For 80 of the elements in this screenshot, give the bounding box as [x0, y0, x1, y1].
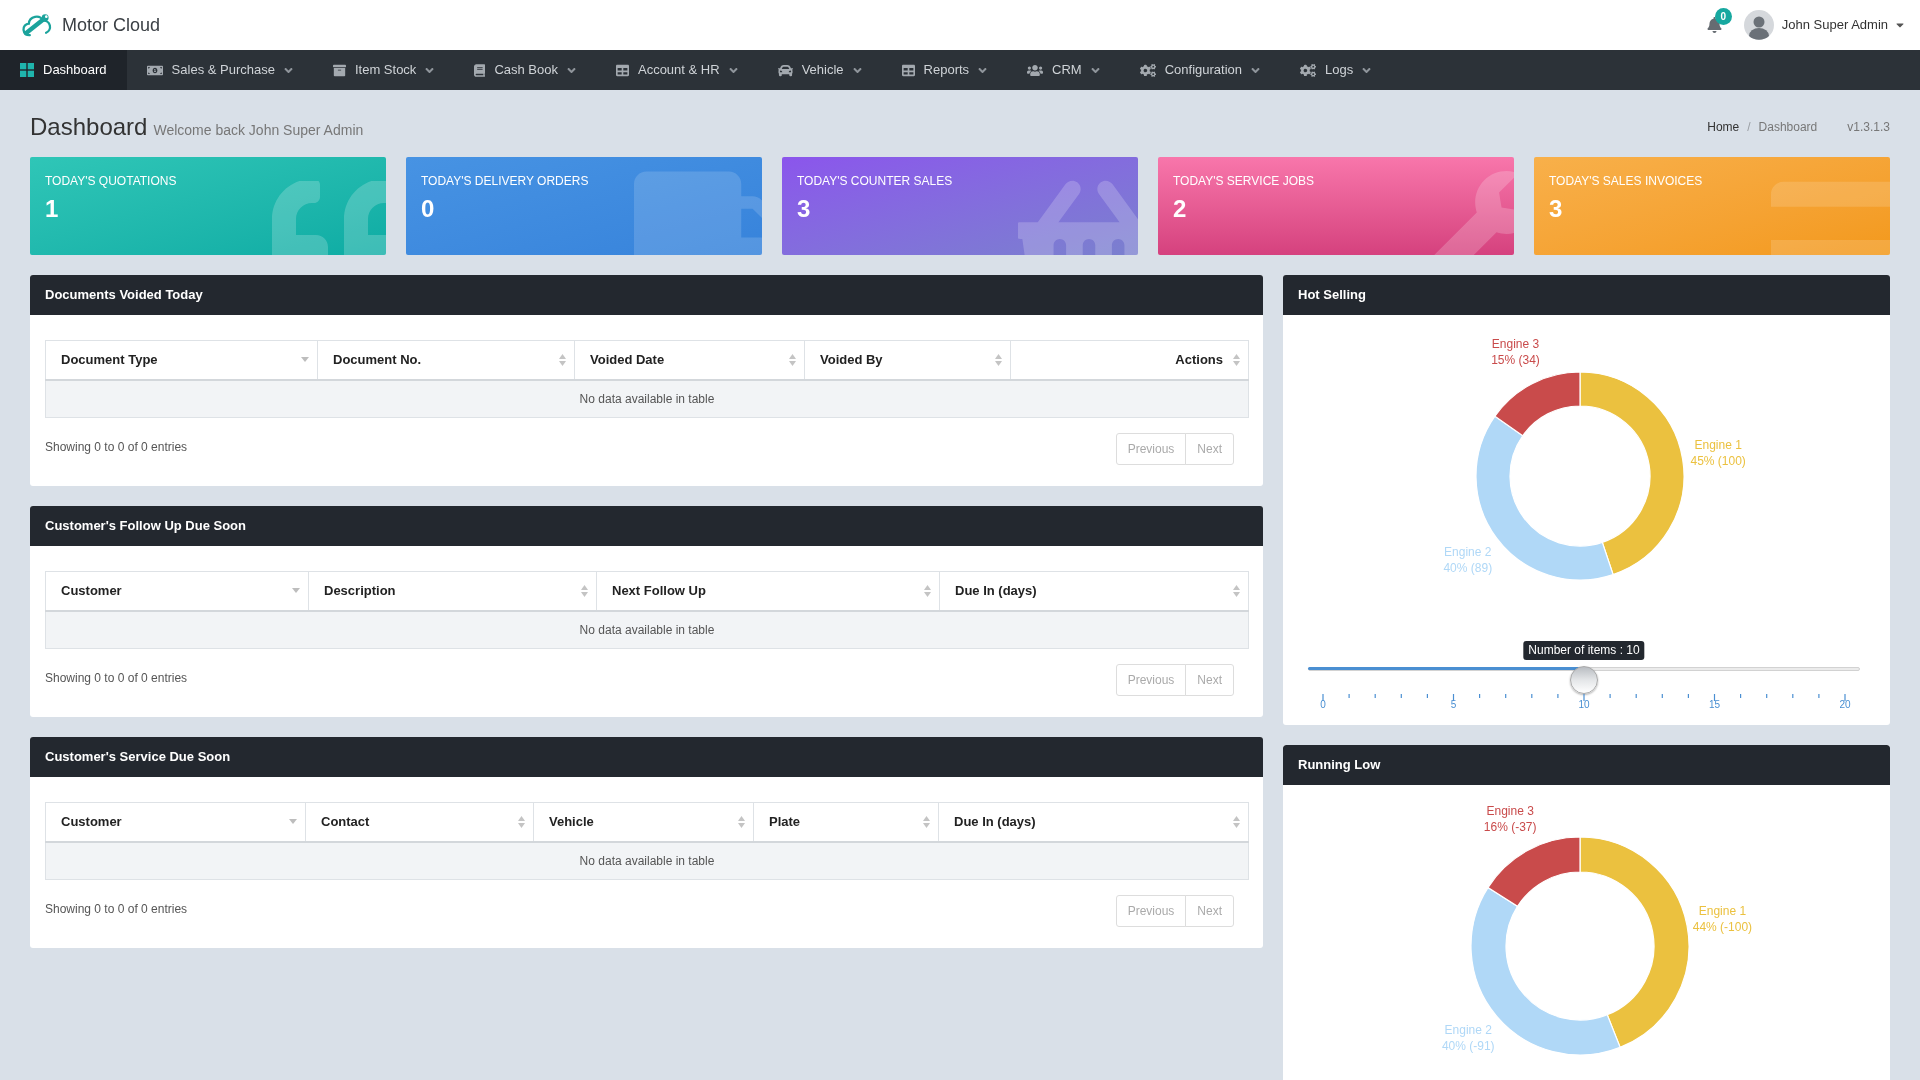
slice-label: Engine 3 — [1486, 803, 1534, 818]
page-title: Dashboard — [30, 111, 148, 142]
panel-title: Customer's Follow Up Due Soon — [45, 517, 246, 536]
stat-value: 3 — [797, 195, 811, 223]
tick-label: 10 — [1578, 699, 1590, 711]
basket-icon — [1018, 180, 1138, 255]
panel-title: Documents Voided Today — [45, 286, 203, 305]
users-icon — [1027, 63, 1044, 77]
slice-value-label: 40% (-91) — [1441, 1039, 1495, 1054]
slice-label: Engine 2 — [1444, 544, 1492, 559]
tick-label: 0 — [1320, 699, 1326, 711]
slider-thumb[interactable] — [1570, 666, 1598, 694]
panel-title: Running Low — [1298, 756, 1381, 775]
table-info: Showing 0 to 0 of 0 entries — [45, 439, 188, 456]
notification-badge: 0 — [1714, 8, 1732, 25]
stat-label: TODAY'S COUNTER SALES — [797, 173, 953, 189]
car-icon — [777, 62, 793, 78]
empty-table-message: No data available in table — [45, 379, 1249, 418]
column-header[interactable]: Plate — [753, 802, 939, 842]
tick-label: 15 — [1708, 699, 1721, 711]
truck-icon — [634, 171, 762, 255]
empty-table-message: No data available in table — [45, 610, 1249, 649]
breadcrumb-link[interactable]: Dashboard — [1758, 117, 1818, 136]
gears-icon — [1139, 63, 1156, 77]
version-label: v1.3.1.3 — [1847, 118, 1890, 136]
table-icon — [615, 63, 629, 77]
panel-title: Hot Selling — [1298, 286, 1366, 305]
slice-value-label: 45% (100) — [1690, 454, 1746, 469]
column-header[interactable]: Contact — [305, 802, 534, 842]
slider[interactable] — [1308, 666, 1860, 694]
brand-name: Motor Cloud — [62, 13, 161, 37]
avatar-icon — [1743, 10, 1774, 40]
stat-label: TODAY'S QUOTATIONS — [45, 173, 177, 189]
nav-item[interactable]: Dashboard — [0, 50, 127, 90]
tick-label: 20 — [1839, 699, 1851, 711]
table-info: Showing 0 to 0 of 0 entries — [45, 901, 188, 918]
slice-label: Engine 2 — [1444, 1023, 1492, 1038]
panel-title: Customer's Service Due Soon — [45, 748, 231, 767]
column-header[interactable]: Description — [308, 571, 597, 611]
column-header[interactable]: Due In (days) — [939, 571, 1249, 611]
money-bill-icon — [146, 63, 163, 77]
cloud-wrench-icon — [21, 12, 52, 38]
column-header[interactable]: Customer — [45, 571, 309, 611]
stat-label: TODAY'S DELIVERY ORDERS — [421, 173, 589, 189]
archive-icon — [332, 63, 346, 77]
empty-table-message: No data available in table — [45, 841, 1249, 880]
slice-label: Engine 3 — [1491, 336, 1540, 351]
page-subtitle: Welcome back John Super Admin — [153, 120, 364, 140]
book-icon — [474, 63, 486, 77]
stat-label: TODAY'S SALES INVOICES — [1549, 173, 1703, 189]
table-icon — [901, 63, 915, 77]
gears-icon — [1300, 63, 1316, 77]
stat-label: TODAY'S SERVICE JOBS — [1173, 173, 1314, 189]
column-header[interactable]: Next Follow Up — [596, 571, 940, 611]
stat-value: 2 — [1173, 195, 1187, 223]
column-header[interactable]: Voided By — [804, 340, 1011, 380]
column-header[interactable]: Voided Date — [574, 340, 805, 380]
column-header[interactable]: Customer — [45, 802, 306, 842]
grid-icon — [20, 63, 34, 77]
stat-value: 0 — [421, 195, 435, 223]
slice-value-label: 40% (89) — [1443, 560, 1493, 575]
stat-value: 3 — [1549, 195, 1563, 223]
slice-value-label: 16% (-37) — [1483, 819, 1537, 834]
slider-tooltip: Number of items : 10 — [1523, 641, 1645, 660]
breadcrumb-link[interactable]: Home — [1707, 117, 1740, 136]
column-header[interactable]: Vehicle — [533, 802, 754, 842]
slice-label: Engine 1 — [1694, 438, 1742, 453]
credit-card-icon — [1771, 181, 1890, 255]
table-info: Showing 0 to 0 of 0 entries — [45, 670, 188, 687]
slice-value-label: 44% (-100) — [1692, 919, 1753, 934]
column-header[interactable]: Document Type — [45, 340, 318, 380]
column-header[interactable]: Document No. — [317, 340, 575, 380]
slice-value-label: 15% (34) — [1491, 352, 1540, 367]
user-menu-button[interactable]: John Super Admin — [1743, 10, 1904, 40]
breadcrumb-separator: / — [1746, 118, 1752, 136]
quote-icon — [272, 181, 386, 255]
stat-value: 1 — [45, 195, 59, 223]
column-header[interactable]: Actions — [1010, 340, 1249, 380]
slice-label: Engine 1 — [1698, 903, 1747, 918]
column-header[interactable]: Due In (days) — [938, 802, 1249, 842]
